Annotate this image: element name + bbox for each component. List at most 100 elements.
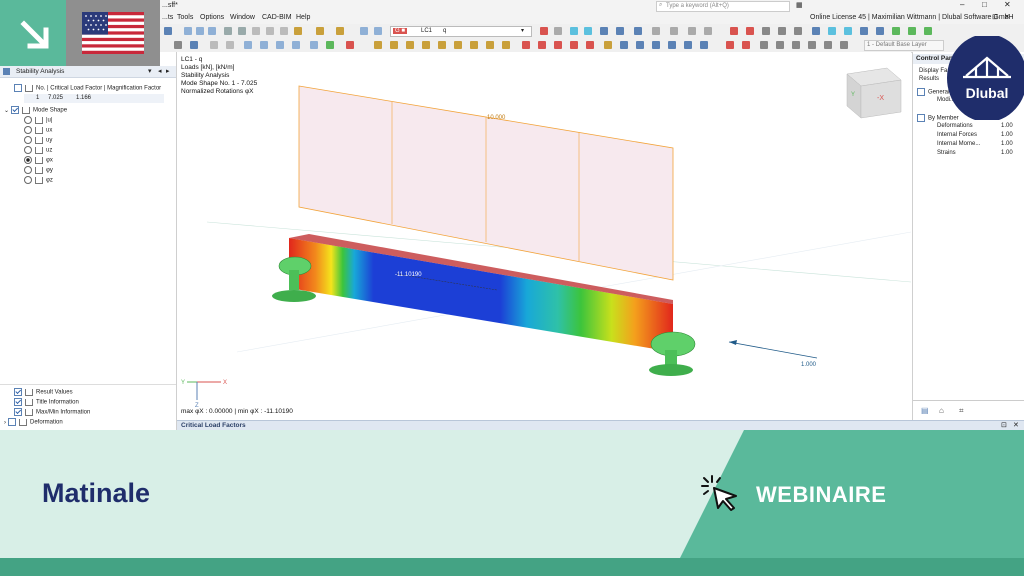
select-icon[interactable] <box>360 27 368 35</box>
result-icon-8[interactable] <box>652 27 660 35</box>
load-case-select[interactable]: G ■ LC1 q ▾ <box>390 26 532 37</box>
snap-icon[interactable] <box>210 41 218 49</box>
cp-strains[interactable]: Strains 1.00 <box>937 150 1013 156</box>
radio-button-selected[interactable] <box>24 156 32 164</box>
radio-button[interactable] <box>24 136 32 144</box>
model-icon-12[interactable] <box>908 27 916 35</box>
display-icon-5[interactable] <box>586 41 594 49</box>
model-icon[interactable] <box>730 27 738 35</box>
display-icon-3[interactable] <box>554 41 562 49</box>
close-icon[interactable]: ✕ <box>1004 0 1011 9</box>
edit-icon[interactable] <box>316 27 324 35</box>
option-phi-x[interactable]: φx <box>24 156 53 165</box>
pin-icon[interactable]: ⊡ <box>992 13 998 21</box>
maxmin-information-item[interactable]: Max/Min Information <box>14 408 90 417</box>
model-icon-7[interactable] <box>828 27 836 35</box>
table-icon[interactable] <box>224 27 232 35</box>
undo-icon[interactable] <box>164 27 172 35</box>
result-values-item[interactable]: Result Values <box>14 388 73 397</box>
expand-icon[interactable]: ⌄ <box>4 108 9 114</box>
copy-icon[interactable] <box>760 41 768 49</box>
option-uz[interactable]: uz <box>24 146 52 155</box>
search-box[interactable]: ⌕ Type a keyword (Alt+Q) <box>656 1 790 12</box>
base-layer-select[interactable]: 1 - Default Base Layer <box>864 40 944 51</box>
radio-button[interactable] <box>24 176 32 184</box>
chevron-down-icon[interactable]: ▾ <box>521 27 524 34</box>
model-icon-10[interactable] <box>876 27 884 35</box>
member-icon[interactable] <box>244 41 252 49</box>
copy-icon-4[interactable] <box>808 41 816 49</box>
model-icon-6[interactable] <box>812 27 820 35</box>
display-icon-6[interactable] <box>604 41 612 49</box>
model-icon-3[interactable] <box>762 27 770 35</box>
member-icon-3[interactable] <box>276 41 284 49</box>
cp-deformations[interactable]: Deformations 1.00 <box>937 123 1013 129</box>
menu-item-options[interactable]: Options <box>200 14 224 21</box>
language-flag-box[interactable] <box>66 0 160 66</box>
copy-icon-2[interactable] <box>776 41 784 49</box>
menu-item-results[interactable]: ...ts <box>162 14 173 21</box>
option-ux[interactable]: ux <box>24 126 52 135</box>
view-cube[interactable]: Y -X <box>846 67 902 119</box>
model-icon-9[interactable] <box>860 27 868 35</box>
support-icon[interactable] <box>326 41 334 49</box>
result-icon-4[interactable] <box>584 27 592 35</box>
section-icon-3[interactable] <box>406 41 414 49</box>
maximize-icon[interactable]: □ <box>982 0 987 9</box>
member-icon-4[interactable] <box>292 41 300 49</box>
checkbox[interactable] <box>8 418 16 426</box>
checkbox[interactable] <box>14 408 22 416</box>
section-icon-9[interactable] <box>502 41 510 49</box>
menu-item-window[interactable]: Window <box>230 14 255 21</box>
display-icon-4[interactable] <box>570 41 578 49</box>
print-icon[interactable] <box>238 27 246 35</box>
table-checkbox[interactable] <box>14 84 22 92</box>
tool-icon[interactable] <box>252 27 260 35</box>
view-icon[interactable] <box>184 27 192 35</box>
option-phi-z[interactable]: φz <box>24 176 53 185</box>
model-icon-2[interactable] <box>746 27 754 35</box>
result-icon-3[interactable] <box>570 27 578 35</box>
model-icon-5[interactable] <box>794 27 802 35</box>
restore-icon[interactable]: ⊡ <box>1001 421 1007 429</box>
view-mode-icon-6[interactable] <box>700 41 708 49</box>
view-mode-icon[interactable] <box>620 41 628 49</box>
tool-icon-4[interactable] <box>294 27 302 35</box>
model-icon-8[interactable] <box>844 27 852 35</box>
cp-internal-moments[interactable]: Internal Mome... 1.00 <box>937 141 1013 147</box>
view-mode-icon-4[interactable] <box>668 41 676 49</box>
panel-close-icon[interactable]: ✕ <box>1013 421 1019 429</box>
view-mode-icon-3[interactable] <box>652 41 660 49</box>
section-icon[interactable] <box>374 41 382 49</box>
search-options-icon[interactable]: ▦ <box>796 1 803 9</box>
member-icon-5[interactable] <box>310 41 318 49</box>
section-icon-5[interactable] <box>438 41 446 49</box>
section-icon-6[interactable] <box>454 41 462 49</box>
next-icon[interactable]: ▸ <box>166 67 170 75</box>
radio-button[interactable] <box>24 166 32 174</box>
load-icon[interactable] <box>346 41 354 49</box>
load-factor-row[interactable]: 1 7.025 1.166 <box>24 94 164 103</box>
checkbox[interactable] <box>14 388 22 396</box>
chevron-down-icon[interactable]: ▾ <box>148 67 152 75</box>
result-icon-7[interactable] <box>634 27 642 35</box>
model-viewport[interactable]: LC1 - q Loads [kN], [kN/m] Stability Ana… <box>177 52 911 420</box>
radio-button[interactable] <box>24 116 32 124</box>
radio-button[interactable] <box>24 126 32 134</box>
move-icon[interactable] <box>174 41 182 49</box>
deformation-item[interactable]: › Deformation <box>4 418 63 427</box>
search-input[interactable]: Type a keyword (Alt+Q) <box>666 3 729 9</box>
view-tab-icon[interactable]: ⌗ <box>959 406 964 416</box>
model-icon-11[interactable] <box>892 27 900 35</box>
control-tab-icon[interactable]: ▤ <box>921 406 929 415</box>
view-icon-2[interactable] <box>196 27 204 35</box>
result-icon-6[interactable] <box>616 27 624 35</box>
result-icon-2[interactable] <box>554 27 562 35</box>
section-icon-2[interactable] <box>390 41 398 49</box>
menu-item-cad-bim[interactable]: CAD-BIM <box>262 14 292 21</box>
copy-icon-6[interactable] <box>840 41 848 49</box>
collapse-icon[interactable] <box>917 114 925 122</box>
model-icon-13[interactable] <box>924 27 932 35</box>
select-icon-2[interactable] <box>374 27 382 35</box>
table-header-row[interactable]: No. | Critical Load Factor | Magnificati… <box>14 84 161 93</box>
